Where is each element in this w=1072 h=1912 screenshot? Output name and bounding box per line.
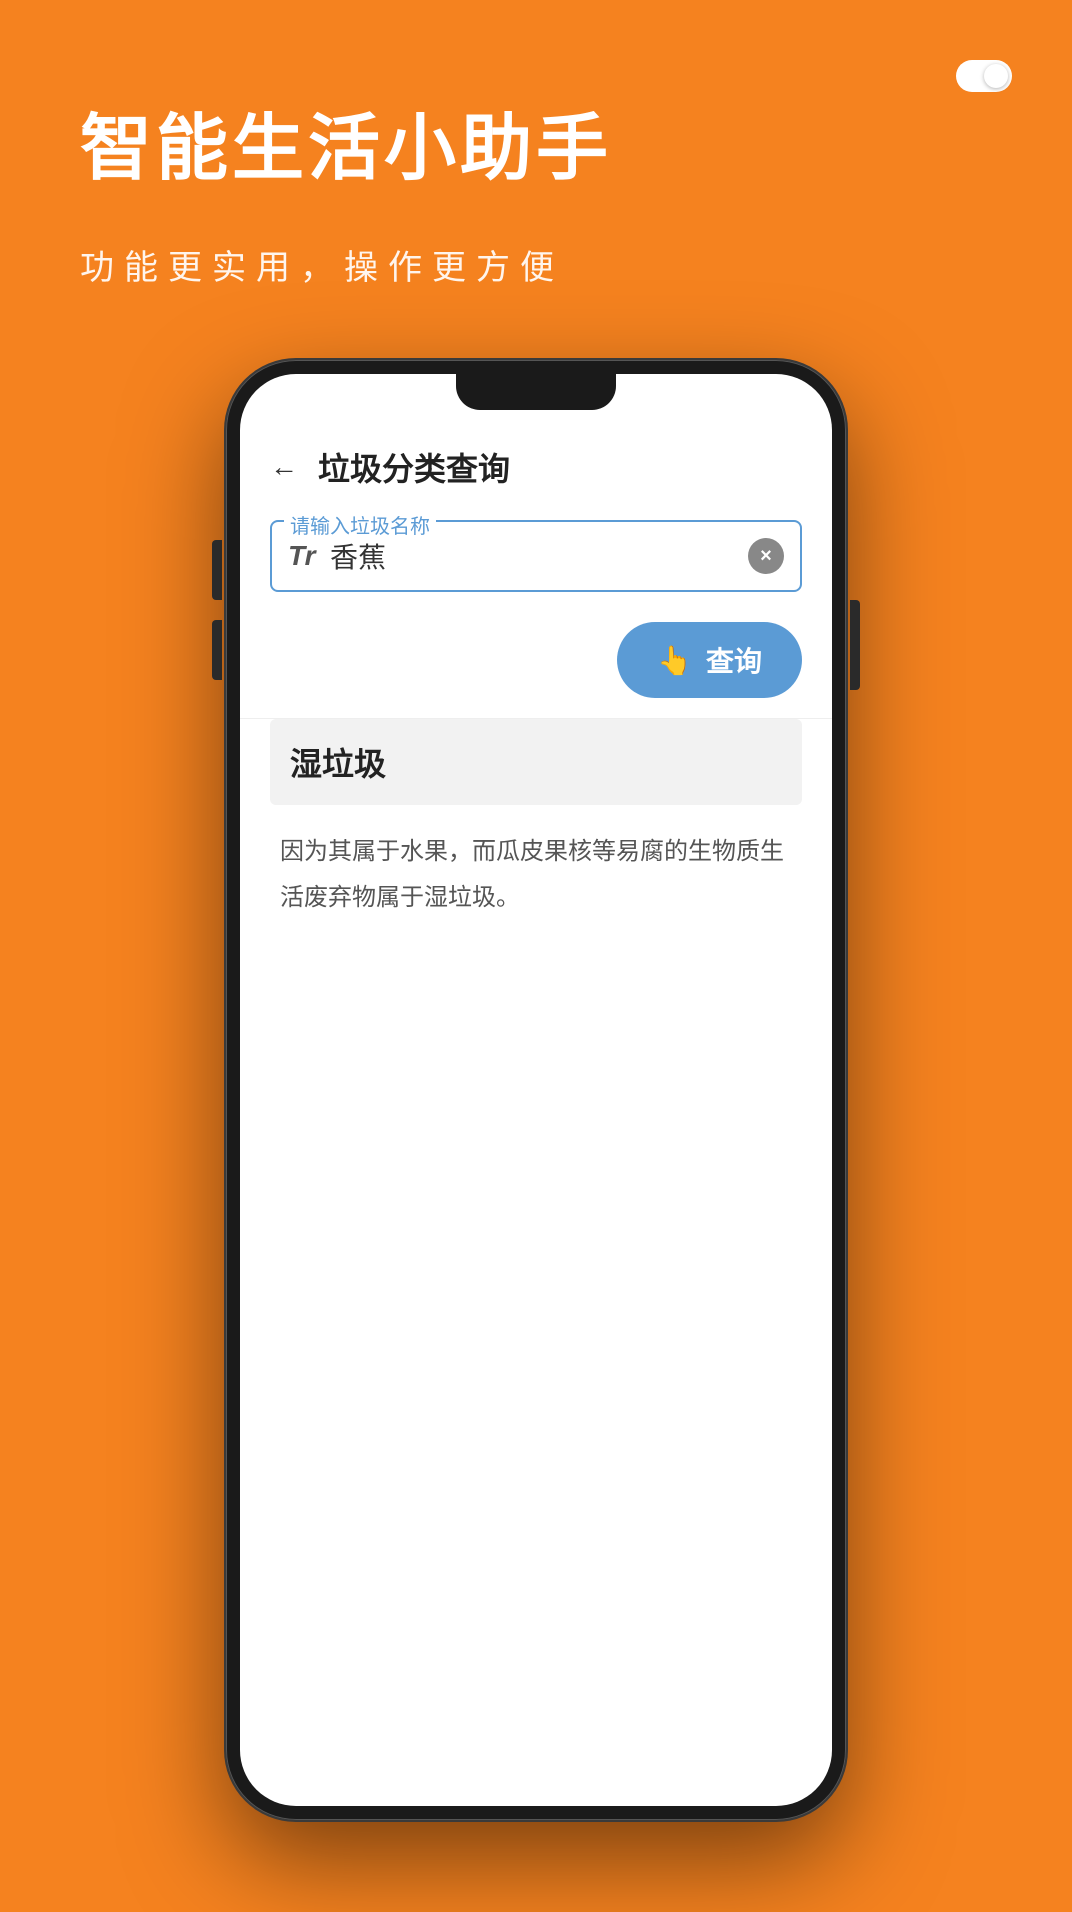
result-section: 湿垃圾 因为其属于水果，而瓜皮果核等易腐的生物质生活废弃物属于湿垃圾。 xyxy=(240,719,832,944)
app-content: ← 垃圾分类查询 请输入垃圾名称 Tr × 👆 查询 xyxy=(240,374,832,1806)
query-label: 查询 xyxy=(706,640,762,680)
phone-frame: ← 垃圾分类查询 请输入垃圾名称 Tr × 👆 查询 xyxy=(226,360,846,1820)
toggle-switch[interactable] xyxy=(956,60,1012,92)
phone-mockup: ← 垃圾分类查询 请输入垃圾名称 Tr × 👆 查询 xyxy=(226,360,846,1820)
phone-notch xyxy=(456,374,616,410)
floating-label: 请输入垃圾名称 xyxy=(284,510,436,539)
app-header: ← 垃圾分类查询 xyxy=(240,424,832,510)
page-title: 垃圾分类查询 xyxy=(318,444,510,490)
query-button[interactable]: 👆 查询 xyxy=(617,622,802,698)
phone-screen: ← 垃圾分类查询 请输入垃圾名称 Tr × 👆 查询 xyxy=(240,374,832,1806)
result-category-label: 湿垃圾 xyxy=(290,746,386,782)
back-button[interactable]: ← xyxy=(270,451,298,483)
input-container: 请输入垃圾名称 Tr × xyxy=(270,520,802,592)
search-section: 请输入垃圾名称 Tr × xyxy=(240,510,832,612)
toggle-knob xyxy=(984,64,1008,88)
result-description-text: 因为其属于水果，而瓜皮果核等易腐的生物质生活废弃物属于湿垃圾。 xyxy=(280,829,792,920)
query-row: 👆 查询 xyxy=(240,612,832,718)
result-category-box: 湿垃圾 xyxy=(270,719,802,805)
hero-title: 智能生活小助手 xyxy=(80,110,612,189)
result-description-box: 因为其属于水果，而瓜皮果核等易腐的生物质生活废弃物属于湿垃圾。 xyxy=(270,805,802,944)
clear-button[interactable]: × xyxy=(748,538,784,574)
font-size-icon: Tr xyxy=(288,540,318,572)
hero-subtitle: 功能更实用，操作更方便 xyxy=(80,240,564,289)
search-input[interactable] xyxy=(330,540,736,572)
query-hand-icon: 👆 xyxy=(657,644,692,677)
